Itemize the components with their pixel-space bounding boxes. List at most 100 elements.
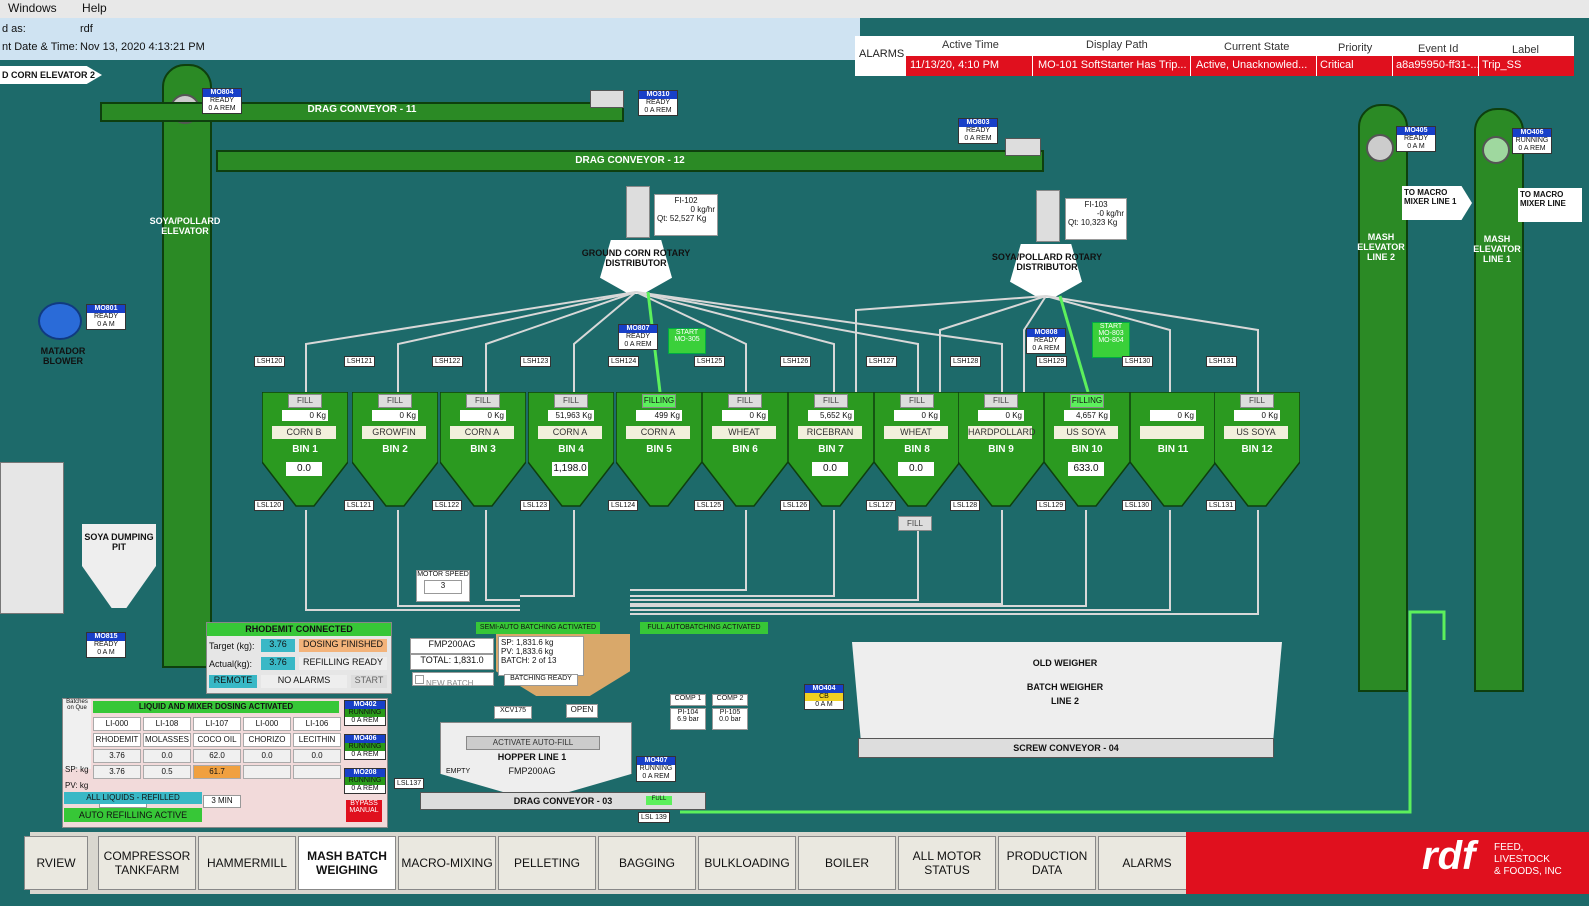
motor-mo208[interactable]: MO208 RUNNING 0 A REM [344, 768, 386, 794]
bin-fill-button[interactable]: FILL [554, 394, 588, 408]
motor-mo808[interactable]: MO808 READY 0 A REM [1026, 328, 1066, 354]
bin-fill-button[interactable]: FILL [1240, 394, 1274, 408]
nav-macro-mixing[interactable]: MACRO-MIXING [398, 836, 496, 890]
liquid-cell-pv [243, 765, 291, 779]
bin-ingredient: US SOYA [1224, 426, 1288, 439]
motor-mo807-state: READY [625, 333, 651, 340]
nav-alarms[interactable]: ALARMS [1098, 836, 1196, 890]
bin-ingredient: CORN B [272, 426, 336, 439]
bin-12[interactable]: FILL 0 Kg US SOYA BIN 12 [1214, 392, 1300, 510]
bin-ingredient: US SOYA [1054, 426, 1118, 439]
nav-all-motor-status[interactable]: ALL MOTOR STATUS [898, 836, 996, 890]
bin-weight: 499 Kg [636, 410, 682, 421]
nav-bagging[interactable]: BAGGING [598, 836, 696, 890]
drag-conveyor-03-label: DRAG CONVEYOR - 03 [513, 796, 613, 806]
motor-mo407-id: MO407 [637, 757, 675, 765]
lsl-sensor: LSL127 [866, 500, 897, 511]
bin-name: BIN 12 [1241, 444, 1273, 455]
bin-fill-button[interactable]: FILL [728, 394, 762, 408]
bin-4[interactable]: FILL 51,963 Kg CORN A BIN 4 1,198.0 [528, 392, 614, 510]
liquid-cell-pv [293, 765, 341, 779]
screw-conveyor-04[interactable]: SCREW CONVEYOR - 04 [858, 738, 1274, 758]
motor-mo402[interactable]: MO402 RUNNING 0 A REM [344, 700, 386, 726]
motor-mo404[interactable]: MO404 CB 0 A M [804, 684, 844, 710]
bin-fill-button[interactable]: FILLING [1070, 394, 1104, 408]
nav-compressor-tankfarm[interactable]: COMPRESSOR TANKFARM [98, 836, 196, 890]
bin-11[interactable]: 0 Kg BIN 11 [1130, 392, 1216, 510]
bin-fill-button[interactable]: FILL [984, 394, 1018, 408]
new-batch-checkbox[interactable]: NEW BATCH [412, 672, 494, 688]
bin-weight: 0 Kg [372, 410, 418, 421]
nav-hammermill[interactable]: HAMMERMILL [198, 836, 296, 890]
nav-boiler[interactable]: BOILER [798, 836, 896, 890]
motor-mo807-id: MO807 [619, 325, 657, 333]
rhodemit-start-button[interactable]: START [351, 675, 387, 688]
bin-fill-button[interactable]: FILL [466, 394, 500, 408]
bin8-fill-button[interactable]: FILL [898, 516, 932, 531]
bin-fill-button[interactable]: FILLING [642, 394, 676, 408]
brand-tagline: FEED, LIVESTOCK & FOODS, INC [1494, 842, 1562, 878]
bin-fill-button[interactable]: FILL [900, 394, 934, 408]
dumping-pit-label: SOYA DUMPING PIT [84, 532, 154, 552]
bin-name: BIN 5 [646, 444, 672, 455]
bin-1[interactable]: FILL 0 Kg CORN B BIN 1 0.0 [262, 392, 348, 510]
motor-mo402-state: RUNNING [345, 709, 385, 717]
nav-bulkloading[interactable]: BULKLOADING [698, 836, 796, 890]
bin-5[interactable]: FILLING 499 Kg CORN A BIN 5 [616, 392, 702, 510]
motor-mo407[interactable]: MO407 RUNNING 0 A REM [636, 756, 676, 782]
bin-3[interactable]: FILL 0 Kg CORN A BIN 3 [440, 392, 526, 510]
motor-speed-control[interactable]: MOTOR SPEED 3 [416, 570, 470, 602]
bin-value: 633.0 [1068, 462, 1104, 476]
motor-mo815[interactable]: MO815 READY 0 A M [86, 632, 126, 658]
motor-speed-value[interactable]: 3 [424, 580, 462, 594]
bin-weight: 0 Kg [722, 410, 768, 421]
bin-ingredient: CORN A [538, 426, 602, 439]
bin-7[interactable]: FILL 5,652 Kg RICEBRAN BIN 7 0.0 [788, 392, 874, 510]
motor-mo801[interactable]: MO801 READY 0 A M [86, 304, 126, 330]
motor-mo408[interactable]: MO406 RUNNING 0 A REM [344, 734, 386, 760]
rhodemit-status-refill: REFILLING READY [299, 657, 387, 670]
motor-mo408-state: RUNNING [345, 743, 385, 751]
mixing-time-value: 3 MIN [203, 795, 241, 808]
motor-mo208-state: RUNNING [345, 777, 385, 785]
motor-mo807[interactable]: MO807 READY 0 A REM [618, 324, 658, 350]
bin-2[interactable]: FILL 0 Kg GROWFIN BIN 2 [352, 392, 438, 510]
start-mo803-mo804-button[interactable]: START MO-803 MO-804 [1092, 322, 1130, 358]
hopper-formula: FMP200AG [508, 766, 556, 776]
bin-fill-button[interactable]: FILL [288, 394, 322, 408]
hammermill-silo [0, 462, 64, 614]
rhodemit-remote-button[interactable]: REMOTE [209, 675, 257, 688]
bin-weight: 51,963 Kg [548, 410, 594, 421]
semi-auto-batching-status: SEMI-AUTO BATCHING ACTIVATED [476, 622, 600, 634]
pi105-value: 0.0 bar [719, 716, 741, 723]
bin-6[interactable]: FILL 0 Kg WHEAT BIN 6 [702, 392, 788, 510]
lsl-sensor: LSL124 [608, 500, 639, 511]
blower-icon[interactable] [38, 302, 82, 340]
start-mo305-button[interactable]: START MO-305 [668, 328, 706, 354]
motor-mo402-mode: 0 A REM [351, 717, 379, 724]
nav-pelleting[interactable]: PELLETING [498, 836, 596, 890]
full-auto-batching-status: FULL AUTOBATCHING ACTIVATED [640, 622, 768, 634]
bypass-manual-button[interactable]: BYPASS MANUAL [346, 800, 382, 822]
bin-9[interactable]: FILL 0 Kg HARDPOLLARD BIN 9 [958, 392, 1044, 510]
lsl-sensor: LSL121 [344, 500, 375, 511]
nav-mash-batch-weighing[interactable]: MASH BATCH WEIGHING [298, 836, 396, 890]
valve-open-status: OPEN [566, 704, 598, 718]
bin-10[interactable]: FILLING 4,657 Kg US SOYA BIN 10 633.0 [1044, 392, 1130, 510]
activate-auto-fill-button[interactable]: ACTIVATE AUTO-FILL [466, 736, 600, 750]
motor-mo404-mode: 0 A M [815, 701, 833, 708]
motor-mo815-state: READY [93, 641, 119, 648]
rhodemit-actual-value: 3.76 [261, 657, 295, 670]
lsh-sensor: LSH129 [1036, 356, 1068, 367]
bin-fill-button[interactable]: FILL [378, 394, 412, 408]
liquid-cell-sp: 0.0 [143, 749, 191, 763]
auto-refilling-status: AUTO REFILLING ACTIVE [64, 808, 202, 822]
bin-8[interactable]: FILL 0 Kg WHEAT BIN 8 0.0 [874, 392, 960, 510]
motor-mo407-mode: 0 A REM [642, 773, 670, 780]
bin-fill-button[interactable]: FILL [814, 394, 848, 408]
lsh-sensor: LSH123 [520, 356, 552, 367]
motor-mo801-state: READY [93, 313, 119, 320]
nav-rview[interactable]: RVIEW [24, 836, 88, 890]
lsl139-sensor: LSL 139 [638, 812, 670, 823]
nav-production-data[interactable]: PRODUCTION DATA [998, 836, 1096, 890]
